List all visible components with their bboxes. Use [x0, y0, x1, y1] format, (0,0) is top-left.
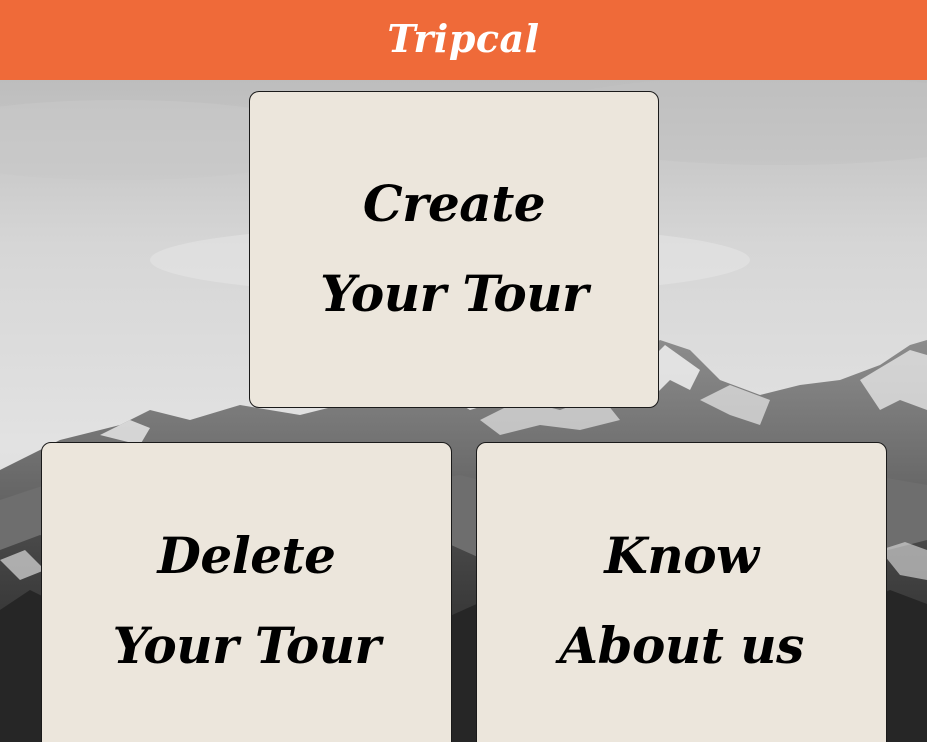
about-us-label: Know About us	[559, 526, 804, 675]
delete-tour-label: Delete Your Tour	[112, 526, 381, 675]
create-tour-label: Create Your Tour	[320, 173, 588, 323]
app-header: Tripcal	[0, 0, 927, 80]
about-us-button[interactable]: Know About us	[476, 442, 887, 742]
app-title[interactable]: Tripcal	[387, 16, 539, 61]
create-tour-button[interactable]: Create Your Tour	[249, 91, 659, 408]
delete-tour-button[interactable]: Delete Your Tour	[41, 442, 452, 742]
